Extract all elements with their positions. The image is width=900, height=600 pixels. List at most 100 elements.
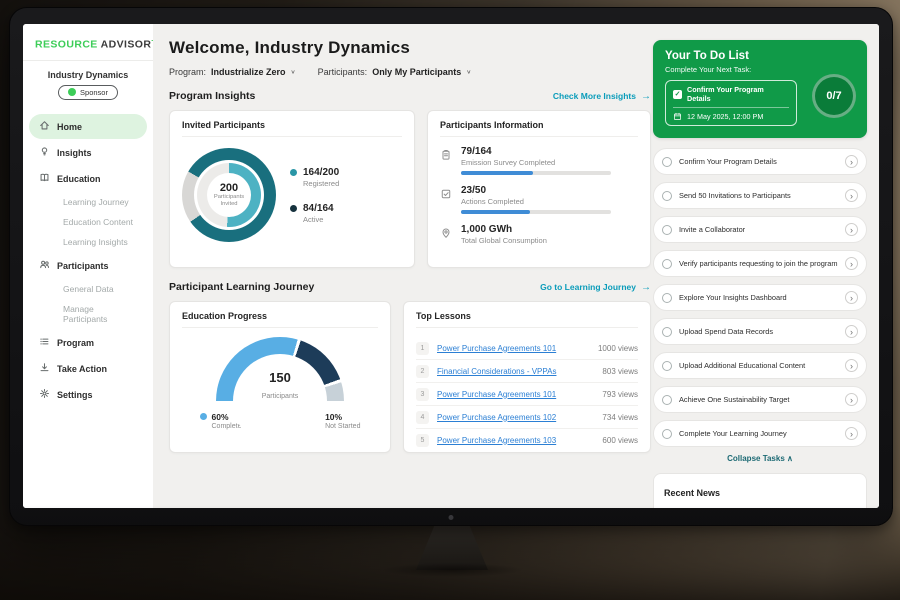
sidebar-item-take-action[interactable]: Take Action <box>29 356 147 381</box>
sidebar-item-learning-insights[interactable]: Learning Insights <box>29 232 147 252</box>
participants-filter-dropdown[interactable]: Participants: Only My Participants ∨ <box>318 67 472 77</box>
task-checkbox[interactable] <box>662 395 672 405</box>
calendar-icon <box>673 112 682 121</box>
sidebar-item-home[interactable]: Home <box>29 114 147 139</box>
sidebar-item-participants[interactable]: Participants <box>29 253 147 278</box>
task-row-verify-participants[interactable]: Verify participants requesting to join t… <box>653 250 867 277</box>
chevron-right-icon[interactable]: › <box>845 189 858 202</box>
legend-dot-navy <box>290 205 297 212</box>
donut-legend: 164/200 Registered 84/164 <box>290 167 339 224</box>
sidebar-item-label: Home <box>57 122 82 132</box>
brand-part1: RESOURCE <box>35 39 98 51</box>
program-filter-dropdown[interactable]: Program: Industrialize Zero ∨ <box>169 67 296 77</box>
chevron-right-icon[interactable]: › <box>845 393 858 406</box>
donut-center: 200 Participants Invited <box>207 173 251 217</box>
chevron-right-icon[interactable]: › <box>845 291 858 304</box>
legend-item-registered: 164/200 Registered <box>290 167 339 188</box>
lesson-row: 2 Financial Considerations - VPPAs 803 v… <box>416 360 638 383</box>
task-checkbox[interactable] <box>662 327 672 337</box>
lesson-views: 793 views <box>602 390 638 399</box>
task-row-achieve-target[interactable]: Achieve One Sustainability Target › <box>653 386 867 413</box>
section-title-learning-journey: Participant Learning Journey <box>169 281 314 293</box>
program-insights-header: Program Insights Check More Insights → <box>169 90 651 102</box>
sidebar-item-label: Education <box>57 174 101 184</box>
task-row-upload-spend-data[interactable]: Upload Spend Data Records › <box>653 318 867 345</box>
legend-item-active: 84/164 Active <box>290 203 339 224</box>
list-icon <box>39 336 50 349</box>
todo-progress-ring: 0/7 <box>812 74 856 118</box>
task-checkbox[interactable] <box>662 225 672 235</box>
lesson-rank: 3 <box>416 388 429 401</box>
page-title: Welcome, Industry Dynamics <box>169 38 651 58</box>
chevron-right-icon[interactable]: › <box>845 223 858 236</box>
chevron-right-icon[interactable]: › <box>845 325 858 338</box>
task-label: Complete Your Learning Journey <box>679 429 838 439</box>
recent-news-card: Recent News <box>653 473 867 508</box>
screen: RESOURCE ADVISOR+ Industry Dynamics Spon… <box>23 24 879 508</box>
go-to-learning-journey-link[interactable]: Go to Learning Journey → <box>540 282 651 293</box>
sidebar-item-settings[interactable]: Settings <box>29 382 147 407</box>
task-list: Confirm Your Program Details › Send 50 I… <box>653 148 867 447</box>
sidebar-item-education[interactable]: Education <box>29 166 147 191</box>
sidebar-item-learning-journey[interactable]: Learning Journey <box>29 192 147 212</box>
task-checkbox[interactable] <box>662 293 672 303</box>
sidebar-item-general-data[interactable]: General Data <box>29 279 147 299</box>
task-row-invite-collaborator[interactable]: Invite a Collaborator › <box>653 216 867 243</box>
next-task-box[interactable]: ✓ Confirm Your Program Details 12 May 20… <box>665 80 797 126</box>
lightbulb-icon <box>39 146 50 159</box>
lesson-row: 4 Power Purchase Agreements 102 734 view… <box>416 406 638 429</box>
lesson-link[interactable]: Financial Considerations - VPPAs <box>437 367 594 376</box>
chevron-right-icon[interactable]: › <box>845 257 858 270</box>
monitor-power-led <box>449 515 454 520</box>
program-filter-label: Program: <box>169 67 206 77</box>
main-content: Welcome, Industry Dynamics Program: Indu… <box>169 38 651 466</box>
education-progress-card: Education Progress 150 Participants <box>169 301 391 453</box>
map-pin-icon <box>440 226 452 238</box>
task-checkbox[interactable] <box>662 259 672 269</box>
chevron-right-icon[interactable]: › <box>845 427 858 440</box>
sidebar-item-insights[interactable]: Insights <box>29 140 147 165</box>
insights-cards-row: Invited Participants 200 Participant <box>169 110 651 268</box>
gauge-center: 150 Participants <box>216 371 344 403</box>
lesson-views: 734 views <box>602 413 638 422</box>
chevron-down-icon: ∨ <box>466 69 471 75</box>
sidebar-item-manage-participants[interactable]: Manage Participants <box>29 299 147 329</box>
main-area: Welcome, Industry Dynamics Program: Indu… <box>153 24 879 508</box>
home-icon <box>39 120 50 133</box>
task-row-upload-educational-content[interactable]: Upload Additional Educational Content › <box>653 352 867 379</box>
lesson-link[interactable]: Power Purchase Agreements 102 <box>437 413 594 422</box>
task-checkbox[interactable] <box>662 157 672 167</box>
task-checkbox[interactable] <box>662 191 672 201</box>
next-task-due: 12 May 2025, 12:00 PM <box>687 112 763 121</box>
check-more-insights-link[interactable]: Check More Insights → <box>553 91 651 102</box>
sponsor-icon <box>68 88 76 96</box>
task-checkbox[interactable] <box>662 429 672 439</box>
lesson-link[interactable]: Power Purchase Agreements 101 <box>437 344 590 353</box>
journey-cards-row: Education Progress 150 Participants <box>169 301 651 453</box>
sidebar-item-label: Participants <box>57 261 109 271</box>
sidebar-item-education-content[interactable]: Education Content <box>29 212 147 232</box>
sidebar-item-label: Take Action <box>57 364 107 374</box>
recent-news-title: Recent News <box>664 488 720 498</box>
education-gauge-chart: 150 Participants <box>216 337 344 401</box>
sidebar-nav: Home Insights Education Learning Journey… <box>23 109 153 412</box>
task-checkbox[interactable] <box>662 361 672 371</box>
sponsor-badge[interactable]: Sponsor <box>58 85 118 100</box>
chevron-right-icon[interactable]: › <box>845 155 858 168</box>
info-label: Total Global Consumption <box>461 236 547 245</box>
collapse-tasks-link[interactable]: Collapse Tasks ∧ <box>653 454 867 463</box>
progress-bar-actions <box>461 210 611 214</box>
monitor-bezel: RESOURCE ADVISOR+ Industry Dynamics Spon… <box>9 7 893 526</box>
task-row-explore-insights[interactable]: Explore Your Insights Dashboard › <box>653 284 867 311</box>
info-label: Emission Survey Completed <box>461 158 611 167</box>
task-row-confirm-program[interactable]: Confirm Your Program Details › <box>653 148 867 175</box>
task-row-send-invitations[interactable]: Send 50 Invitations to Participants › <box>653 182 867 209</box>
task-row-complete-learning-journey[interactable]: Complete Your Learning Journey › <box>653 420 867 447</box>
lesson-link[interactable]: Power Purchase Agreements 101 <box>437 390 594 399</box>
chevron-right-icon[interactable]: › <box>845 359 858 372</box>
arrow-right-icon: → <box>641 91 651 102</box>
legend-dot-blue <box>200 413 207 420</box>
arrow-right-icon: → <box>641 282 651 293</box>
sidebar-item-program[interactable]: Program <box>29 330 147 355</box>
lesson-link[interactable]: Power Purchase Agreements 103 <box>437 436 594 445</box>
